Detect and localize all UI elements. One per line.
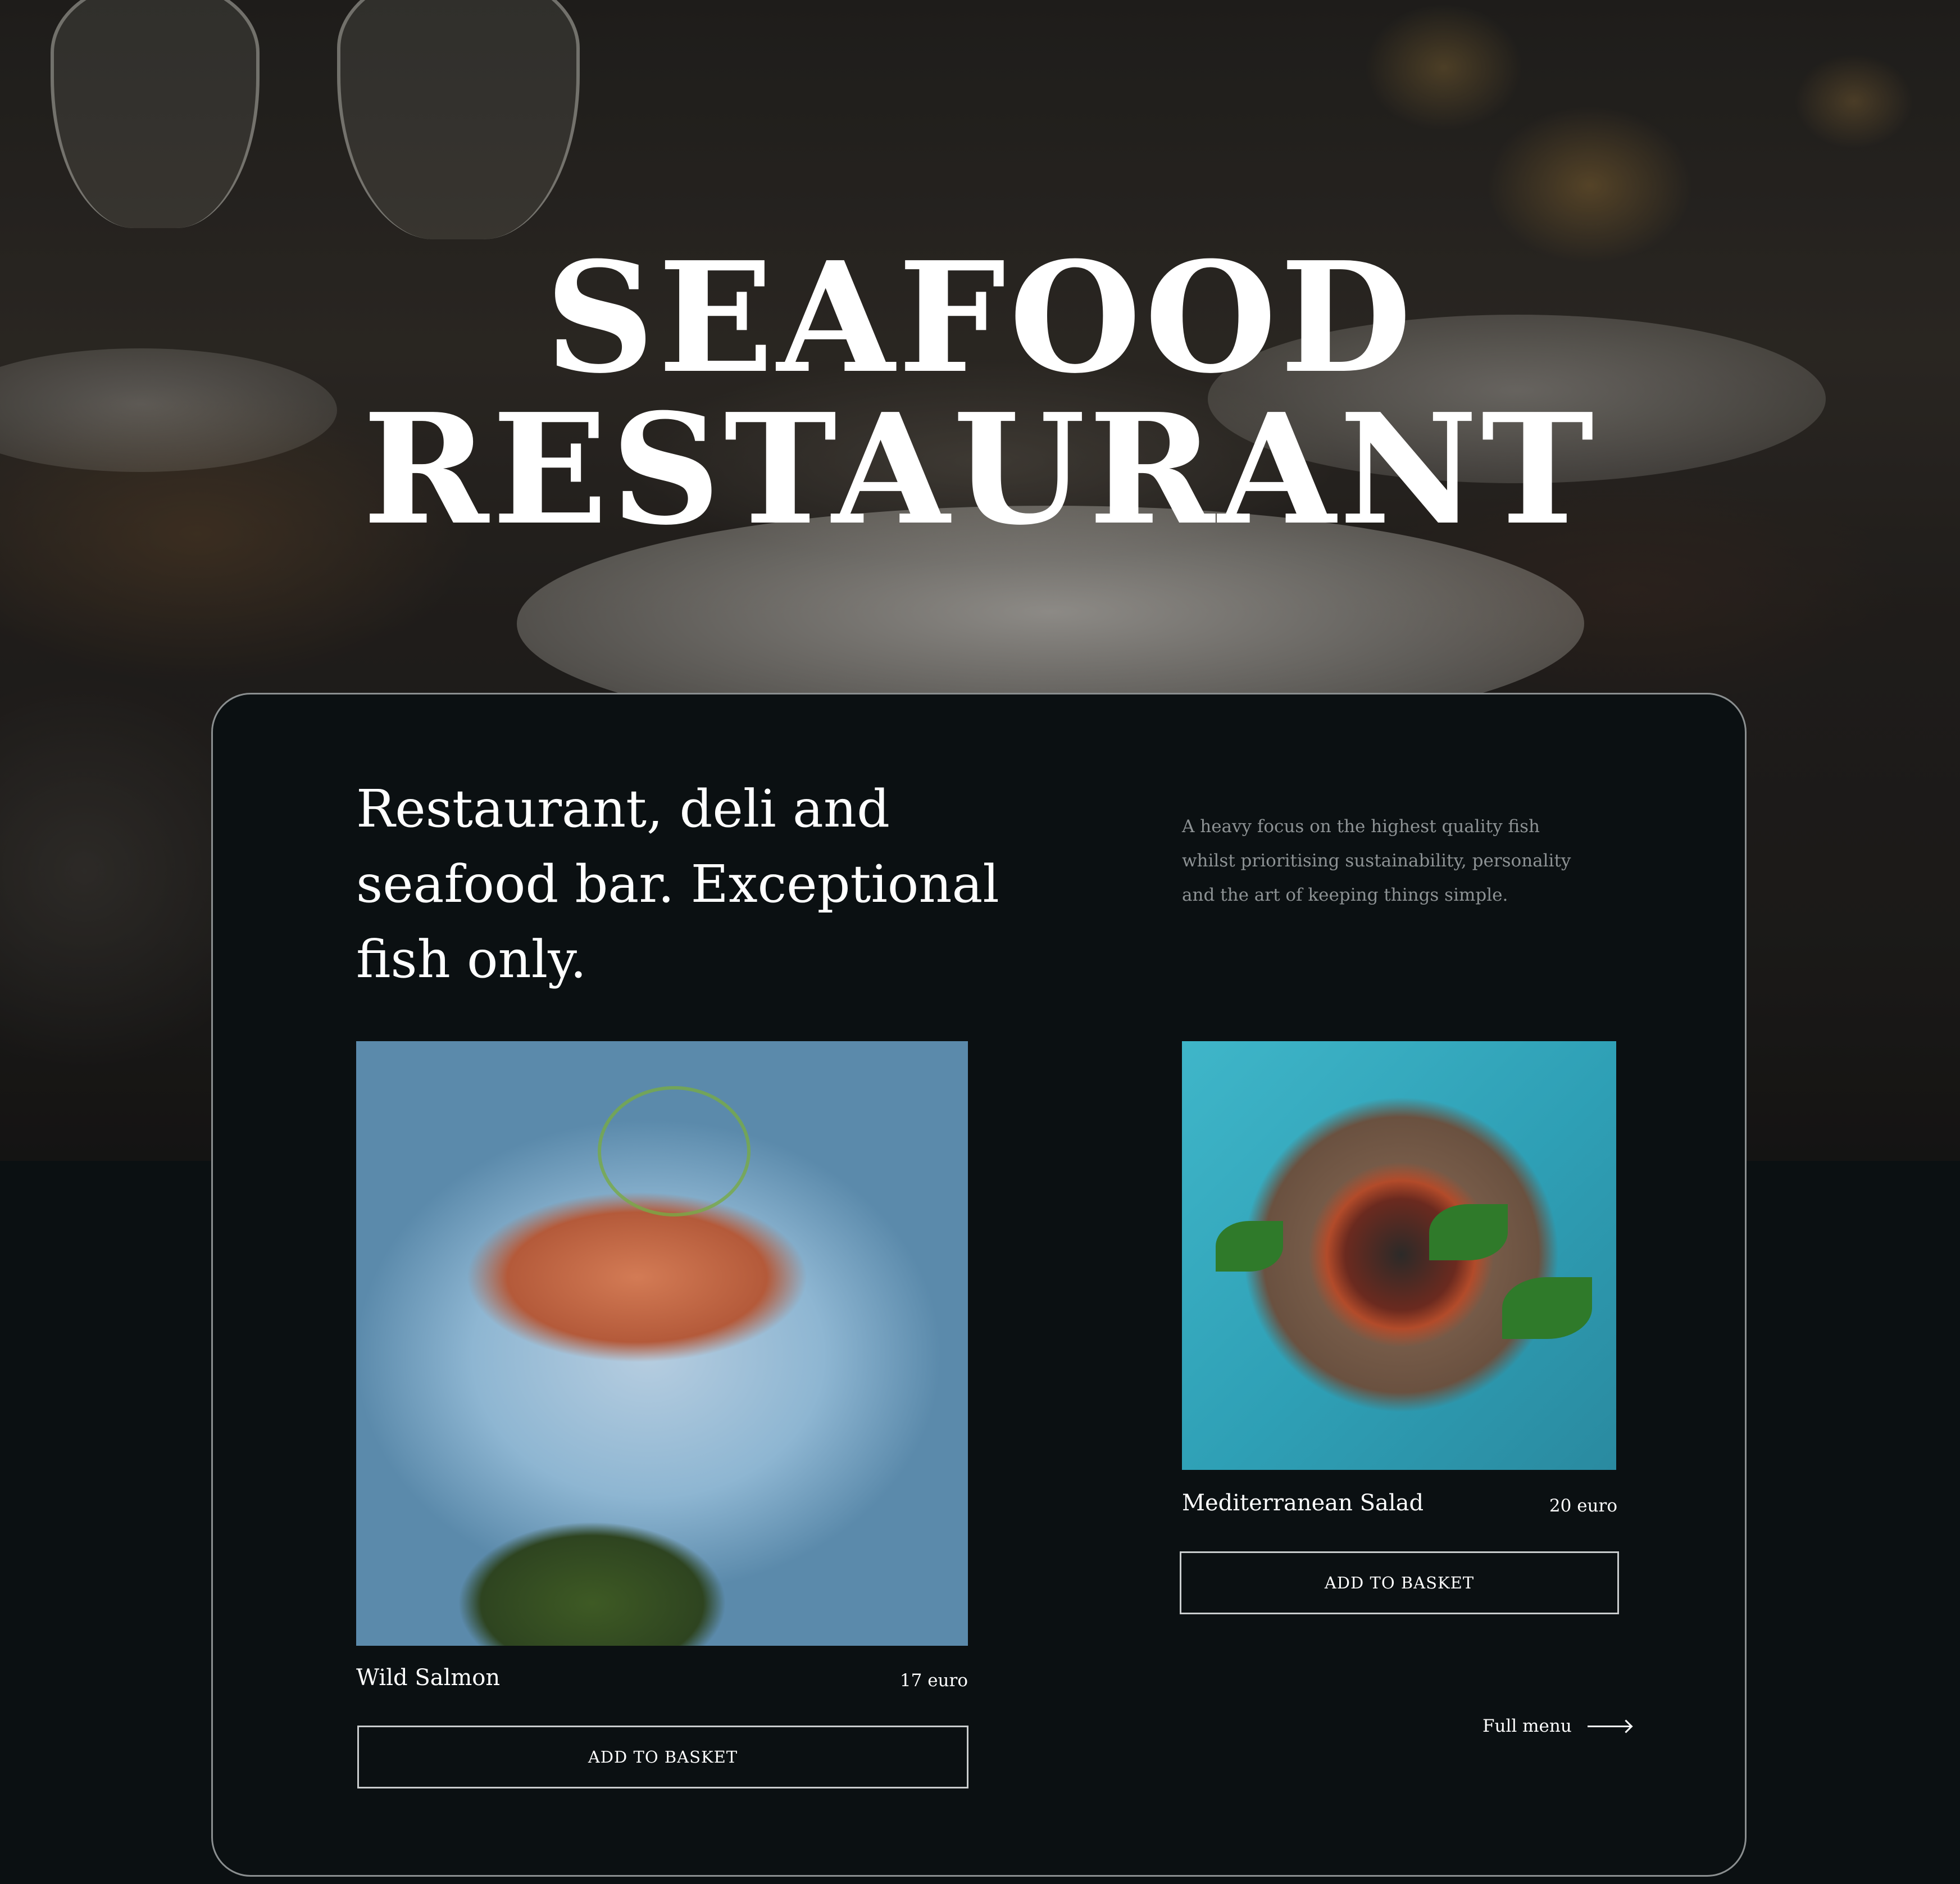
dish-name: Wild Salmon xyxy=(356,1665,501,1691)
tagline-heading: Restaurant, deli and seafood bar. Except… xyxy=(356,779,999,989)
basil-leaf-image xyxy=(1429,1204,1508,1260)
dish-price: 20 euro xyxy=(1549,1496,1617,1516)
salmon-photo xyxy=(356,1041,968,1646)
full-menu-label: Full menu xyxy=(1482,1716,1572,1736)
intro-description: A heavy focus on the highest quality fis… xyxy=(1182,816,1571,905)
add-to-basket-button[interactable]: ADD TO BASKET xyxy=(357,1726,968,1788)
menu-card: Restaurant, deli and seafood bar. Except… xyxy=(211,693,1747,1877)
dish-name: Mediterranean Salad xyxy=(1182,1490,1424,1516)
wine-glass-image xyxy=(51,0,260,228)
microgreens-image xyxy=(598,1086,751,1216)
hero-title-line-1: SEAFOOD xyxy=(545,228,1415,407)
arrow-right-icon xyxy=(1587,1725,1630,1727)
hero-title-line-2: RESTAURANT xyxy=(362,380,1598,559)
dish-price: 17 euro xyxy=(899,1670,968,1691)
full-menu-link[interactable]: Full menu xyxy=(1482,1716,1630,1736)
basil-leaf-image xyxy=(1502,1277,1592,1339)
seafood-salad-photo xyxy=(1182,1041,1616,1470)
add-to-basket-button[interactable]: ADD TO BASKET xyxy=(1180,1551,1619,1614)
basil-leaf-image xyxy=(1216,1221,1283,1272)
